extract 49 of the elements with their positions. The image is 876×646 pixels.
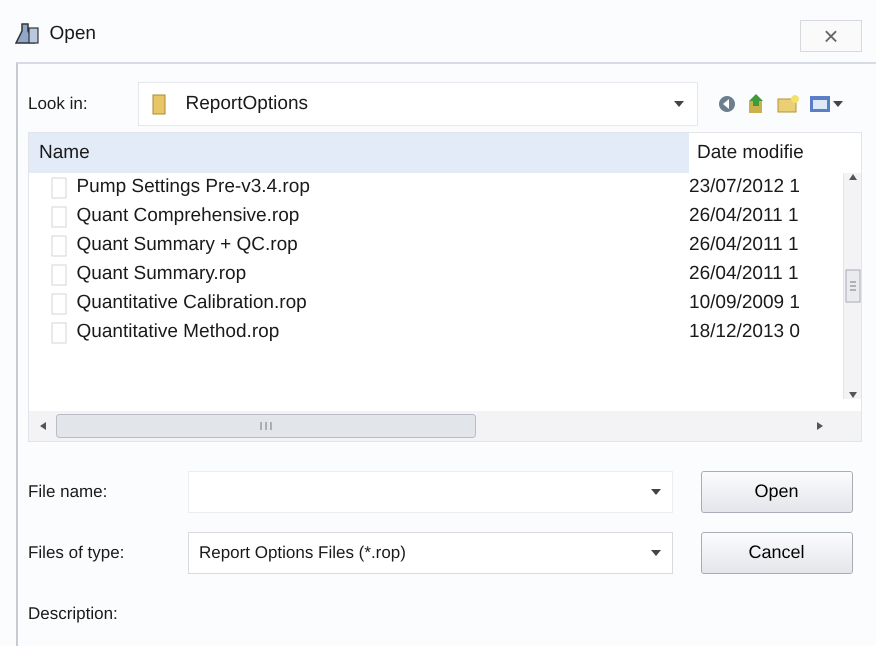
open-button[interactable]: Open (700, 470, 852, 512)
date-cell-text: 26/04/2011 1 (689, 233, 799, 258)
date-cell-text: 18/12/2013 0 (689, 320, 800, 344)
view-menu-icon[interactable] (809, 94, 845, 114)
close-button[interactable]: × (800, 20, 862, 52)
file-name[interactable]: Quant Summary + QC.rop (76, 231, 298, 260)
vertical-scrollbar[interactable] (843, 173, 861, 399)
look-in-label: Look in: (28, 93, 89, 116)
document-icon (51, 292, 67, 314)
horizontal-scrollbar[interactable] (29, 411, 861, 441)
scroll-thumb[interactable] (844, 269, 860, 303)
file-name-label: File name: (28, 480, 108, 503)
folder-icon (150, 93, 166, 115)
folder-name: ReportOptions (186, 92, 308, 116)
scroll-right-icon[interactable] (816, 421, 824, 431)
new-folder-icon[interactable] (776, 94, 800, 114)
document-icon (51, 264, 67, 286)
document-icon (51, 322, 67, 344)
document-icon (51, 176, 67, 198)
window-title: Open (50, 22, 96, 46)
date-cell-text: 10/09/2009 1 (689, 291, 800, 316)
caret-icon (672, 99, 684, 109)
date-cell-text: 23/07/2012 1 (689, 175, 800, 200)
flask-icon (14, 22, 40, 46)
description-label: Description: (28, 602, 119, 625)
file-type-label: Files of type: (28, 542, 126, 564)
file-name[interactable]: Quantitative Method.rop (76, 318, 280, 347)
column-header[interactable]: Date modifie (689, 133, 812, 173)
date-cell-text: 26/04/2011 1 (689, 262, 799, 286)
scroll-thumb[interactable] (56, 414, 476, 438)
document-icon (51, 206, 67, 228)
file-name[interactable]: Quantitative Calibration.rop (76, 289, 307, 318)
scroll-down-icon[interactable] (848, 391, 858, 399)
cancel-button[interactable]: Cancel (700, 532, 852, 574)
file-name[interactable]: Quant Comprehensive.rop (76, 202, 300, 231)
caret-icon (650, 548, 662, 558)
file-name-field[interactable] (188, 470, 673, 512)
up-folder-icon[interactable] (746, 93, 766, 115)
file-type-dropdown[interactable]: Report Options Files (*.rop) (188, 532, 673, 574)
column-header[interactable]: Name (29, 133, 689, 173)
document-icon (51, 234, 67, 256)
scroll-up-icon[interactable] (848, 173, 858, 181)
file-name[interactable]: Quant Summary.rop (76, 260, 246, 289)
look-in-dropdown[interactable]: ReportOptions (138, 82, 698, 126)
back-icon[interactable] (716, 94, 736, 114)
caret-icon (650, 486, 662, 496)
file-name[interactable]: Pump Settings Pre-v3.4.rop (76, 173, 310, 202)
date-cell-text: 26/04/2011 1 (689, 204, 799, 228)
scroll-left-icon[interactable] (38, 421, 46, 431)
